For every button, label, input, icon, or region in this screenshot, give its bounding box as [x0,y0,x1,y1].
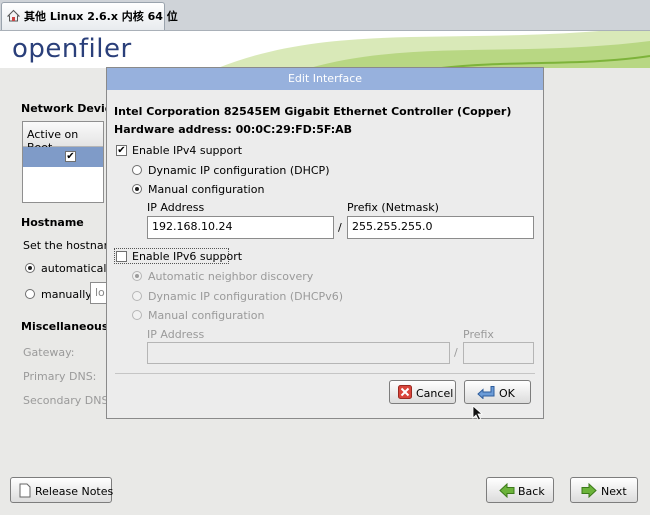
openfiler-logo: openfiler [12,34,132,64]
back-arrow-icon [499,483,515,498]
ipv6-ip-input[interactable] [147,342,450,364]
header-swoosh [218,31,650,68]
manually-label: manually [41,288,92,301]
ipv6-auto-label: Automatic neighbor discovery [148,270,314,283]
ipv4-manual-label: Manual configuration [148,183,265,196]
ipv4-ip-input[interactable]: 192.168.10.24 [147,216,334,239]
cancel-button[interactable]: Cancel [389,380,456,404]
next-arrow-icon [581,483,597,498]
automatically-label: automatically [41,262,116,275]
set-hostname-text: Set the hostnam [23,239,115,252]
dialog-title: Edit Interface [107,68,543,90]
active-on-boot-checkbox[interactable]: ✔ [65,151,76,162]
ipv4-dhcp-radio[interactable] [132,165,142,175]
vm-tab[interactable]: 其他 Linux 2.6.x 内核 64 位 [1,2,178,30]
enable-ipv6-label: Enable IPv6 support [132,250,243,263]
enable-ipv6-checkbox[interactable] [116,251,127,262]
ipv6-manual-radio[interactable] [132,310,142,320]
enable-ipv4-checkbox[interactable]: ✔ [116,145,127,156]
ipv4-ip-label: IP Address [147,201,205,214]
home-icon [7,9,20,22]
ipv6-auto-radio[interactable] [132,271,142,281]
primary-dns-label: Primary DNS: [23,370,97,383]
dialog-divider [115,373,535,374]
automatically-radio[interactable] [25,263,35,273]
secondary-dns-label: Secondary DNS [23,394,109,407]
mouse-cursor-icon [472,405,484,421]
document-icon [19,483,31,498]
ipv6-ip-label: IP Address [147,328,205,341]
enable-ipv4-label: Enable IPv4 support [132,144,243,157]
active-on-boot-header[interactable]: Active on Boot [23,122,103,154]
cancel-x-icon [398,385,412,399]
next-button[interactable]: Next [570,477,638,503]
release-notes-button[interactable]: Release Notes [10,477,113,503]
ipv4-manual-radio[interactable] [132,184,142,194]
table-row[interactable]: ✔ [23,147,103,167]
ipv6-prefix-label: Prefix [463,328,494,341]
network-devices-table[interactable]: Active on Boot ✔ [22,121,104,203]
back-button[interactable]: Back [486,477,554,503]
ok-button[interactable]: OK [464,380,531,404]
device-name: Intel Corporation 82545EM Gigabit Ethern… [114,105,512,118]
ipv6-separator: / [454,346,458,359]
ipv6-prefix-input[interactable] [463,342,534,364]
ipv4-dhcp-label: Dynamic IP configuration (DHCP) [148,164,330,177]
edit-interface-dialog: Edit Interface Intel Corporation 82545EM… [106,67,544,419]
manually-radio[interactable] [25,289,35,299]
ipv4-prefix-label: Prefix (Netmask) [347,201,439,214]
hardware-address: Hardware address: 00:0C:29:FD:5F:AB [114,123,353,136]
enter-arrow-icon [477,386,495,399]
tab-title: 其他 Linux 2.6.x 内核 64 位 [24,10,178,23]
ipv6-dhcp-radio[interactable] [132,291,142,301]
ipv6-manual-label: Manual configuration [148,309,265,322]
hostname-label: Hostname [21,216,84,229]
gateway-label: Gateway: [23,346,75,359]
ipv4-prefix-input[interactable]: 255.255.255.0 [347,216,534,239]
header-banner: openfiler [0,31,650,68]
ipv6-dhcp-label: Dynamic IP configuration (DHCPv6) [148,290,343,303]
tab-bar: 其他 Linux 2.6.x 内核 64 位 [0,0,650,31]
ipv4-separator: / [338,221,342,234]
